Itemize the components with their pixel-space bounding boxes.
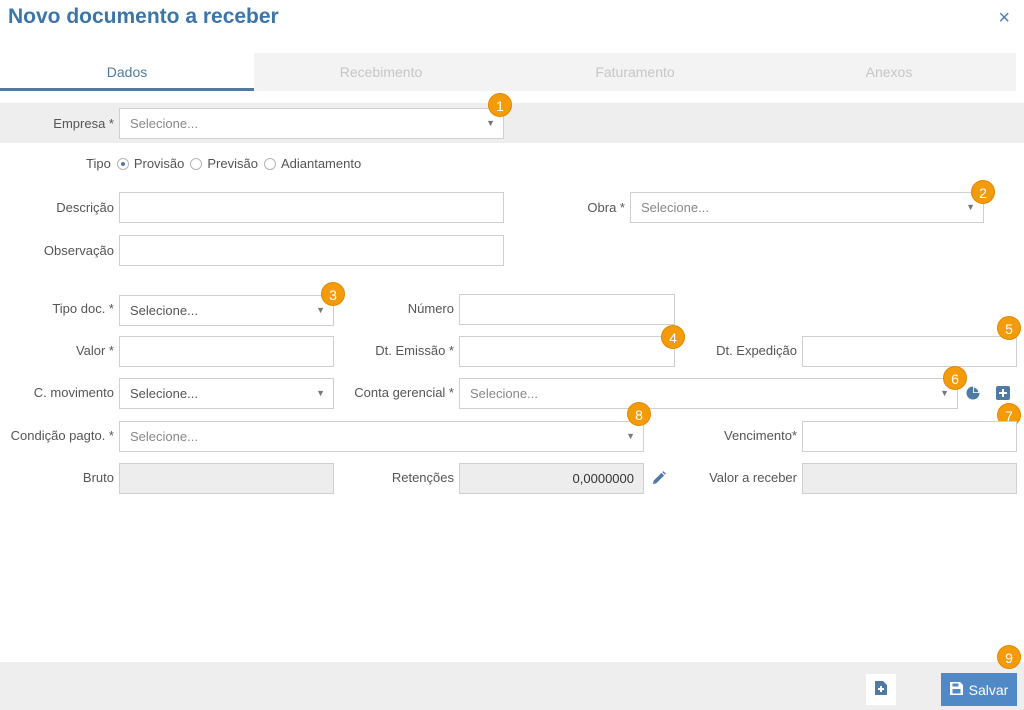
chevron-down-icon: ▼ bbox=[316, 305, 325, 315]
tipo-adiantamento-radio[interactable]: Adiantamento bbox=[263, 156, 362, 171]
tab-dados[interactable]: Dados bbox=[0, 53, 254, 91]
chevron-down-icon: ▼ bbox=[626, 431, 635, 441]
c-movimento-placeholder: Selecione... bbox=[130, 386, 198, 401]
dt-expedicao-input[interactable] bbox=[802, 336, 1017, 367]
dt-expedicao-label: Dt. Expedição bbox=[716, 343, 797, 358]
conta-gerencial-label: Conta gerencial * bbox=[354, 385, 454, 400]
tab-recebimento[interactable]: Recebimento bbox=[254, 53, 508, 91]
callout-badge-1: 1 bbox=[488, 93, 512, 117]
conta-gerencial-select[interactable]: Selecione... ▼ bbox=[459, 378, 958, 409]
c-movimento-label: C. movimento bbox=[33, 385, 114, 400]
dt-emissao-label: Dt. Emissão * bbox=[375, 343, 454, 358]
tipo-previsao-label: Previsão bbox=[207, 156, 258, 171]
conta-gerencial-placeholder: Selecione... bbox=[470, 386, 538, 401]
bruto-label: Bruto bbox=[82, 470, 114, 485]
chevron-down-icon: ▼ bbox=[966, 202, 975, 212]
callout-badge-2: 2 bbox=[971, 180, 995, 204]
valor-a-receber-input bbox=[802, 463, 1017, 494]
chevron-down-icon: ▼ bbox=[316, 388, 325, 398]
obra-label: Obra * bbox=[587, 200, 625, 215]
close-icon[interactable]: × bbox=[998, 8, 1010, 28]
tipo-provisao-label: Provisão bbox=[133, 156, 185, 171]
add-icon[interactable] bbox=[996, 386, 1010, 403]
retencoes-label: Retenções bbox=[391, 470, 454, 485]
tipo-provisao-radio[interactable]: Provisão bbox=[116, 156, 185, 171]
callout-badge-5: 5 bbox=[997, 316, 1021, 340]
callout-badge-4: 4 bbox=[661, 325, 685, 349]
document-button[interactable] bbox=[866, 674, 896, 705]
condicao-pagto-select[interactable]: Selecione... ▼ bbox=[119, 421, 644, 452]
bruto-input bbox=[119, 463, 334, 494]
valor-input[interactable] bbox=[119, 336, 334, 367]
tipo-doc-label: Tipo doc. * bbox=[52, 301, 114, 316]
descricao-input[interactable] bbox=[119, 192, 504, 223]
radio-checked-icon bbox=[116, 157, 129, 170]
empresa-label: Empresa * bbox=[53, 116, 114, 131]
chevron-down-icon: ▼ bbox=[940, 388, 949, 398]
tipo-radio-group: Tipo Provisão Previsão Adiantamento bbox=[86, 156, 361, 171]
radio-unchecked-icon bbox=[190, 157, 203, 170]
callout-badge-3: 3 bbox=[321, 282, 345, 306]
dt-emissao-input[interactable] bbox=[459, 336, 675, 367]
numero-label: Número bbox=[407, 301, 454, 316]
radio-unchecked-icon bbox=[263, 157, 276, 170]
page-title: Novo documento a receber bbox=[8, 5, 279, 28]
chevron-down-icon: ▼ bbox=[486, 118, 495, 128]
tipo-label: Tipo bbox=[86, 156, 111, 171]
tipo-previsao-radio[interactable]: Previsão bbox=[190, 156, 258, 171]
floppy-disk-icon bbox=[949, 681, 963, 698]
pencil-icon[interactable] bbox=[652, 471, 666, 488]
observacao-input[interactable] bbox=[119, 235, 504, 266]
tab-anexos[interactable]: Anexos bbox=[762, 53, 1016, 91]
c-movimento-select[interactable]: Selecione... ▼ bbox=[119, 378, 334, 409]
save-button[interactable]: Salvar bbox=[941, 673, 1017, 706]
tipo-doc-select[interactable]: Selecione... ▼ bbox=[119, 295, 334, 326]
obra-placeholder: Selecione... bbox=[641, 200, 709, 215]
empresa-select[interactable]: Selecione... ▼ bbox=[119, 108, 504, 139]
vencimento-input[interactable] bbox=[802, 421, 1017, 452]
condicao-pagto-label: Condição pagto. * bbox=[10, 428, 114, 443]
callout-badge-8: 8 bbox=[627, 402, 651, 426]
retencoes-input bbox=[459, 463, 644, 494]
tab-faturamento[interactable]: Faturamento bbox=[508, 53, 762, 91]
obra-select[interactable]: Selecione... ▼ bbox=[630, 192, 984, 223]
callout-badge-6: 6 bbox=[943, 366, 967, 390]
document-add-icon bbox=[875, 681, 887, 698]
tipo-adiantamento-label: Adiantamento bbox=[280, 156, 362, 171]
numero-input[interactable] bbox=[459, 294, 675, 325]
observacao-label: Observação bbox=[43, 243, 114, 258]
condicao-pagto-placeholder: Selecione... bbox=[130, 429, 198, 444]
pie-chart-icon[interactable] bbox=[966, 386, 980, 403]
tab-bar: Dados Recebimento Faturamento Anexos bbox=[0, 53, 1016, 91]
save-label: Salvar bbox=[968, 681, 1009, 698]
tipo-doc-placeholder: Selecione... bbox=[130, 303, 198, 318]
vencimento-label: Vencimento* bbox=[724, 428, 797, 443]
descricao-label: Descrição bbox=[56, 200, 114, 215]
empresa-placeholder: Selecione... bbox=[130, 116, 198, 131]
valor-label: Valor * bbox=[75, 343, 114, 358]
valor-a-receber-label: Valor a receber bbox=[709, 470, 797, 485]
callout-badge-9: 9 bbox=[997, 645, 1021, 669]
